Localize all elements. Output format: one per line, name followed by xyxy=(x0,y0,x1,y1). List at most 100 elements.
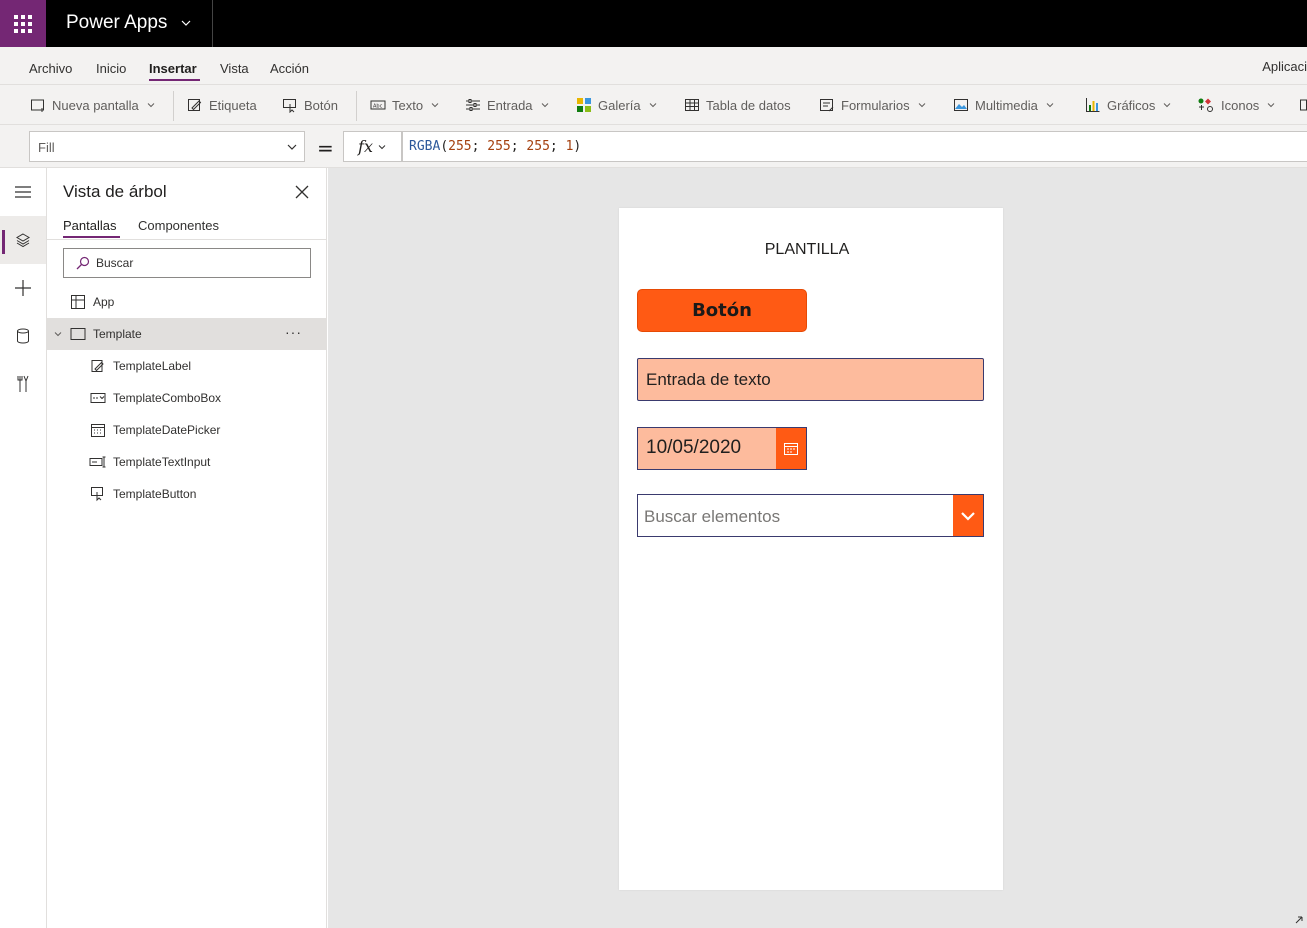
menu-inicio[interactable]: Inicio xyxy=(96,61,126,76)
gallery-icon xyxy=(577,98,591,112)
template-combo-box[interactable]: Buscar elementos xyxy=(637,494,984,537)
tab-active-indicator xyxy=(63,236,120,238)
new-screen-button[interactable]: Nueva pantalla xyxy=(30,95,156,115)
app-grid-icon xyxy=(69,293,87,311)
left-rail xyxy=(0,168,47,928)
media-dropdown-button[interactable]: Multimedia xyxy=(953,95,1055,115)
ribbon-divider xyxy=(356,91,357,121)
chevron-down-icon xyxy=(1267,103,1275,108)
insert-rail-button[interactable] xyxy=(0,264,46,312)
formula-input[interactable]: RGBA(255; 255; 255; 1) xyxy=(402,131,1307,162)
gallery-label: Galería xyxy=(598,97,641,113)
chevron-down-icon[interactable] xyxy=(179,16,193,30)
menu-accion[interactable]: Acción xyxy=(270,61,309,76)
combo-placeholder: Buscar elementos xyxy=(644,507,781,526)
chevron-down-icon xyxy=(1164,103,1171,108)
close-icon[interactable] xyxy=(295,185,309,199)
formula-bar: Fill = fx RGBA(255; 255; 255; 1) xyxy=(0,125,1307,168)
button-cursor-icon xyxy=(283,99,296,113)
chevron-down-icon xyxy=(649,103,656,108)
combo-expand-button[interactable] xyxy=(953,495,983,536)
label-label: Etiqueta xyxy=(209,97,257,113)
function-picker-button[interactable]: fx xyxy=(343,131,402,162)
data-table-icon xyxy=(685,99,699,111)
button-label: Botón xyxy=(304,97,338,113)
chevron-down-icon xyxy=(918,103,925,108)
icons-icon xyxy=(1198,98,1213,112)
advanced-tools-rail-button[interactable] xyxy=(0,360,46,408)
text-input-icon xyxy=(89,453,107,471)
menu-insertar[interactable]: Insertar xyxy=(149,61,197,76)
calendar-icon xyxy=(784,442,798,455)
tab-pantallas[interactable]: Pantallas xyxy=(63,218,116,233)
input-dropdown-button[interactable]: Entrada xyxy=(465,95,550,115)
tree-divider xyxy=(47,239,327,240)
menu-vista[interactable]: Vista xyxy=(220,61,249,76)
tree-node-app[interactable]: App xyxy=(47,286,327,318)
text-label: Texto xyxy=(392,97,424,113)
tab-componentes[interactable]: Componentes xyxy=(138,218,219,233)
forms-dropdown-button[interactable]: Formularios xyxy=(819,95,927,115)
button-cursor-icon xyxy=(89,485,107,503)
calendar-button[interactable] xyxy=(776,428,806,469)
tree-node-screen-template[interactable]: Template ··· xyxy=(47,318,327,350)
design-canvas[interactable]: PLANTILLA Botón Entrada de texto 10/05/2… xyxy=(328,168,1307,928)
formula-function: RGBA xyxy=(409,139,441,154)
formula-paren-close: ) xyxy=(573,139,582,154)
formula-separator: ; xyxy=(471,139,488,154)
tree-view-title: Vista de árbol xyxy=(63,182,167,201)
charts-dropdown-button[interactable]: Gráficos xyxy=(1085,95,1172,115)
hamburger-menu-button[interactable] xyxy=(0,168,46,216)
menu-aplicacion[interactable]: Aplicaci xyxy=(1262,59,1307,74)
data-table-button[interactable]: Tabla de datos xyxy=(684,95,791,115)
tree-node-label: App xyxy=(93,295,115,309)
input-label: Entrada xyxy=(487,97,533,113)
layers-icon xyxy=(16,233,30,248)
tree-node-template-label[interactable]: TemplateLabel xyxy=(47,350,327,382)
search-icon xyxy=(76,256,90,270)
chevron-down-icon xyxy=(147,103,155,108)
tree-node-label: TemplateComboBox xyxy=(113,391,222,405)
app-name[interactable]: Power Apps xyxy=(66,12,167,34)
new-screen-label: Nueva pantalla xyxy=(52,97,139,113)
template-text-input[interactable]: Entrada de texto xyxy=(637,358,984,401)
tree-view-button[interactable] xyxy=(0,216,46,264)
tree-search-input[interactable]: Buscar xyxy=(63,248,311,278)
edit-label-icon xyxy=(188,99,202,111)
top-bar-divider xyxy=(212,0,213,47)
resize-handle-icon[interactable] xyxy=(1293,914,1305,926)
property-dropdown[interactable]: Fill xyxy=(29,131,305,162)
chevron-down-icon xyxy=(431,103,439,108)
template-date-picker[interactable]: 10/05/2020 xyxy=(637,427,807,470)
tree-node-template-datepicker[interactable]: TemplateDatePicker xyxy=(47,414,327,446)
top-bar: Power Apps xyxy=(0,0,1307,47)
button-insert-button[interactable]: Botón xyxy=(282,95,338,115)
date-value: 10/05/2020 xyxy=(646,437,742,458)
tools-icon xyxy=(17,375,29,392)
gallery-dropdown-button[interactable]: Galería xyxy=(576,95,658,115)
input-sliders-icon xyxy=(466,99,480,111)
chevron-down-icon xyxy=(287,144,297,150)
label-button[interactable]: Etiqueta xyxy=(187,95,257,115)
tree-node-template-combobox[interactable]: TemplateComboBox xyxy=(47,382,327,414)
app-screen-template[interactable]: PLANTILLA Botón Entrada de texto 10/05/2… xyxy=(619,208,1003,890)
app-launcher-waffle-icon[interactable] xyxy=(0,0,46,47)
combobox-icon xyxy=(89,389,107,407)
chevron-down-icon[interactable] xyxy=(53,329,63,339)
calendar-icon xyxy=(89,421,107,439)
tree-node-label: Template xyxy=(93,327,142,341)
menu-archivo[interactable]: Archivo xyxy=(29,61,72,76)
template-label[interactable]: PLANTILLA xyxy=(619,241,995,259)
template-button[interactable]: Botón xyxy=(637,289,807,332)
tree-node-template-button[interactable]: TemplateButton xyxy=(47,478,327,510)
more-ribbon-button[interactable] xyxy=(1299,95,1307,115)
rail-active-indicator xyxy=(2,230,5,254)
more-options-icon[interactable]: ··· xyxy=(285,324,302,340)
chevron-down-icon xyxy=(1046,103,1054,108)
text-dropdown-button[interactable]: Abc Texto xyxy=(370,95,440,115)
icons-dropdown-button[interactable]: Iconos xyxy=(1197,95,1276,115)
data-rail-button[interactable] xyxy=(0,312,46,360)
media-label: Multimedia xyxy=(975,97,1038,113)
more-insert-icon xyxy=(1300,99,1307,111)
tree-node-template-textinput[interactable]: TemplateTextInput xyxy=(47,446,327,478)
